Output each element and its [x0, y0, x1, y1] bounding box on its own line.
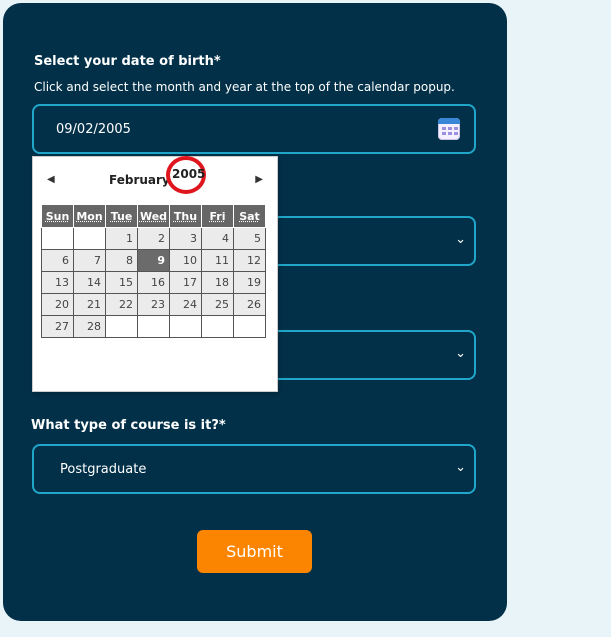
weekday-header: Fri: [201, 204, 234, 228]
datepicker-year[interactable]: 2005: [172, 167, 205, 181]
course-type-label: What type of course is it?*: [31, 418, 226, 433]
calendar-day[interactable]: 20: [41, 293, 74, 316]
dob-help-text: Click and select the month and year at t…: [34, 80, 455, 94]
calendar-day[interactable]: 18: [201, 271, 234, 294]
calendar-empty-cell: [73, 227, 106, 250]
calendar-day[interactable]: 24: [169, 293, 202, 316]
submit-button[interactable]: Submit: [197, 530, 312, 573]
weekday-header: Sun: [41, 204, 74, 228]
calendar-icon[interactable]: [438, 118, 460, 140]
calendar-day[interactable]: 13: [41, 271, 74, 294]
calendar-empty-cell: [41, 227, 74, 250]
calendar-day[interactable]: 16: [137, 271, 170, 294]
course-type-value: Postgraduate: [60, 462, 147, 477]
calendar-week-row: 6 7 8 9 10 11 12: [41, 249, 266, 272]
chevron-left-icon[interactable]: ◀: [47, 174, 55, 185]
calendar-week-row: 12345: [41, 227, 266, 250]
chevron-down-icon: ⌄: [455, 346, 466, 361]
course-type-select[interactable]: Postgraduate ⌄: [32, 444, 476, 494]
weekday-header: Wed: [137, 204, 170, 228]
calendar-day[interactable]: 26: [233, 293, 266, 316]
calendar-day[interactable]: 11: [201, 249, 234, 272]
chevron-right-icon[interactable]: ▶: [255, 174, 263, 185]
calendar-day[interactable]: 28: [73, 315, 106, 338]
datepicker-header: ◀ February 2005 ▶: [33, 156, 277, 194]
calendar-day[interactable]: 21: [73, 293, 106, 316]
calendar-empty-cell: [137, 315, 170, 338]
calendar-day[interactable]: 23: [137, 293, 170, 316]
calendar-day[interactable]: 10: [169, 249, 202, 272]
calendar-day[interactable]: 25: [201, 293, 234, 316]
calendar-day[interactable]: 19: [233, 271, 266, 294]
weekday-header: Thu: [169, 204, 202, 228]
calendar-day-selected[interactable]: 9: [137, 249, 170, 272]
weekday-header: Sat: [233, 204, 266, 228]
calendar-week-row: 27 28: [41, 315, 266, 338]
calendar-day[interactable]: 1: [105, 227, 138, 250]
chevron-down-icon: ⌄: [455, 460, 466, 475]
calendar-day[interactable]: 15: [105, 271, 138, 294]
datepicker-popup: ◀ February 2005 ▶ Sun Mon Tue Wed Thu Fri Sat …: [32, 156, 278, 392]
calendar-empty-cell: [105, 315, 138, 338]
chevron-down-icon: ⌄: [455, 232, 466, 247]
datepicker-month[interactable]: February: [109, 173, 170, 187]
calendar-day[interactable]: 27: [41, 315, 74, 338]
weekday-header: Mon: [73, 204, 106, 228]
weekday-header: Tue: [105, 204, 138, 228]
datepicker-grid: Sun Mon Tue Wed Thu Fri Sat 1 2 3 4 5 6 7 8 9 10 11 12 13 1…: [41, 204, 266, 338]
calendar-empty-cell: [233, 315, 266, 338]
calendar-day[interactable]: 2: [137, 227, 170, 250]
calendar-day[interactable]: 8: [105, 249, 138, 272]
calendar-empty-cell: [169, 315, 202, 338]
calendar-day[interactable]: 17: [169, 271, 202, 294]
calendar-day[interactable]: 4: [201, 227, 234, 250]
calendar-day[interactable]: 22: [105, 293, 138, 316]
dob-input[interactable]: 09/02/2005: [32, 104, 476, 154]
calendar-empty-cell: [201, 315, 234, 338]
calendar-day[interactable]: 5: [233, 227, 266, 250]
weekday-header-row: Sun Mon Tue Wed Thu Fri Sat: [41, 204, 266, 228]
calendar-day[interactable]: 7: [73, 249, 106, 272]
calendar-day[interactable]: 3: [169, 227, 202, 250]
calendar-day[interactable]: 6: [41, 249, 74, 272]
calendar-day[interactable]: 12: [233, 249, 266, 272]
calendar-week-row: 13 14 15 16 17 18 19: [41, 271, 266, 294]
calendar-week-row: 20 21 22 23 24 25 26: [41, 293, 266, 316]
dob-label: Select your date of birth*: [34, 54, 221, 69]
dob-input-value: 09/02/2005: [56, 122, 131, 137]
calendar-day[interactable]: 14: [73, 271, 106, 294]
